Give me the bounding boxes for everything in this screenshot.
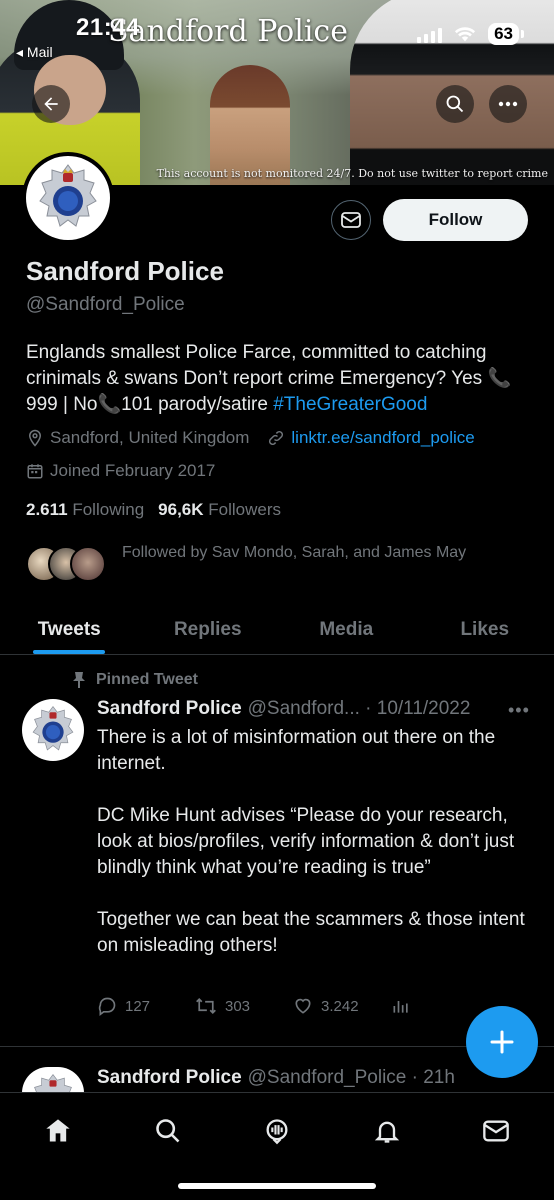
location-icon (28, 429, 42, 447)
profile-avatar[interactable] (22, 152, 114, 244)
police-badge-logo (34, 1073, 72, 1093)
reply-button[interactable]: 127 (97, 996, 195, 1016)
views-button[interactable] (391, 996, 489, 1016)
wifi-icon (454, 27, 476, 42)
profile-name: Sandford Police (26, 256, 224, 286)
next-tweet-author-name[interactable]: Sandford Police (97, 1067, 242, 1089)
followed-by-text: Followed by Sav Mondo, Sarah, and James … (122, 544, 467, 561)
message-button[interactable] (331, 200, 371, 240)
tab-replies[interactable]: Replies (139, 605, 278, 654)
like-count: 3.242 (321, 997, 359, 1015)
next-tweet-header[interactable]: Sandford Police @Sandford_Police · 21h (97, 1067, 455, 1089)
profile-handle: @Sandford_Police (26, 294, 185, 315)
status-back-to-mail[interactable]: ◂ Mail (16, 44, 53, 61)
spaces-icon (266, 1119, 288, 1145)
bell-icon (374, 1121, 399, 1143)
nav-notifications[interactable] (369, 1113, 405, 1149)
search-button[interactable] (436, 85, 474, 123)
followed-by-row[interactable]: Followed by Sav Mondo, Sarah, and James … (26, 540, 502, 582)
followers-count-link[interactable]: 96,6K Followers (158, 500, 281, 520)
reply-icon (98, 997, 116, 1016)
views-icon (393, 1001, 408, 1013)
profile-bio: Englands smallest Police Farce, committe… (26, 340, 536, 418)
followers-you-know-avatars (26, 540, 106, 582)
like-button[interactable]: 3.242 (293, 996, 391, 1016)
tweet-more-icon[interactable]: ••• (508, 700, 530, 721)
pinned-tweet-label: Pinned Tweet (96, 671, 198, 688)
reply-count: 127 (125, 997, 151, 1015)
like-icon (295, 998, 311, 1014)
police-badge-logo (32, 705, 74, 751)
status-indicators: 63 (417, 23, 524, 45)
pin-icon (73, 672, 85, 688)
tweet-handle-date: @Sandford... · 10/11/2022 (247, 698, 471, 719)
back-button[interactable] (32, 85, 70, 123)
following-count-link[interactable]: 2.611 Following (26, 500, 144, 520)
search-icon (155, 1119, 179, 1143)
retweet-button[interactable]: 303 (195, 996, 293, 1016)
compose-plus-icon (490, 1030, 514, 1054)
next-tweet-handle-date: @Sandford_Police · 21h (247, 1067, 455, 1088)
nav-messages[interactable] (478, 1113, 514, 1149)
tweet-actions: 127 303 3.242 (97, 996, 537, 1016)
nav-home[interactable] (40, 1113, 76, 1149)
profile-tabs: Tweets Replies Media Likes (0, 605, 554, 655)
tweet-header[interactable]: Sandford Police @Sandford... · 10/11/202… (97, 698, 470, 720)
follow-button[interactable]: Follow (383, 199, 528, 241)
follow-counts: 2.611 Following 96,6K Followers (26, 500, 281, 520)
battery-tip (521, 30, 524, 38)
banner-caption: This account is not monitored 24/7. Do n… (156, 167, 548, 180)
profile-joined-date: Joined February 2017 (50, 461, 216, 480)
retweet-count: 303 (225, 997, 251, 1015)
pinned-tweet-label-row: Pinned Tweet (72, 671, 198, 689)
tweet-body[interactable]: There is a lot of misinformation out the… (97, 725, 527, 959)
messages-icon (483, 1120, 509, 1142)
next-tweet-avatar[interactable] (22, 1067, 84, 1093)
avatar (70, 546, 106, 582)
tweet-author-name[interactable]: Sandford Police (97, 698, 242, 720)
profile-meta-joined-row: Joined February 2017 (26, 461, 215, 481)
tab-likes[interactable]: Likes (416, 605, 554, 654)
bio-text: Englands smallest Police Farce, committe… (26, 342, 512, 415)
more-options-button[interactable] (489, 85, 527, 123)
battery-indicator: 63 (488, 23, 519, 45)
signal-icon (417, 25, 443, 43)
banner-title: Sandford Police (108, 14, 348, 49)
tab-tweets[interactable]: Tweets (0, 605, 139, 654)
link-icon (269, 430, 284, 446)
retweet-icon (196, 998, 216, 1014)
profile-location: Sandford, United Kingdom (50, 428, 250, 447)
calendar-icon (27, 464, 43, 479)
status-time: 21:44 (76, 14, 140, 41)
nav-search[interactable] (150, 1113, 186, 1149)
bio-hashtag-link[interactable]: #TheGreaterGood (273, 394, 427, 415)
search-icon (446, 95, 464, 113)
profile-website-link[interactable]: linktr.ee/sandford_police (291, 428, 474, 448)
nav-spaces[interactable] (259, 1113, 295, 1149)
more-icon (498, 101, 518, 107)
police-badge-logo (26, 156, 110, 240)
compose-tweet-button[interactable] (466, 1006, 538, 1078)
home-indicator (178, 1183, 376, 1189)
profile-meta-location-row: Sandford, United Kingdom linktr.ee/sandf… (26, 428, 475, 448)
home-icon (46, 1119, 70, 1142)
tab-media[interactable]: Media (277, 605, 416, 654)
tweet-author-avatar[interactable] (22, 699, 84, 761)
back-arrow-icon (44, 97, 58, 111)
mail-icon (341, 212, 361, 228)
